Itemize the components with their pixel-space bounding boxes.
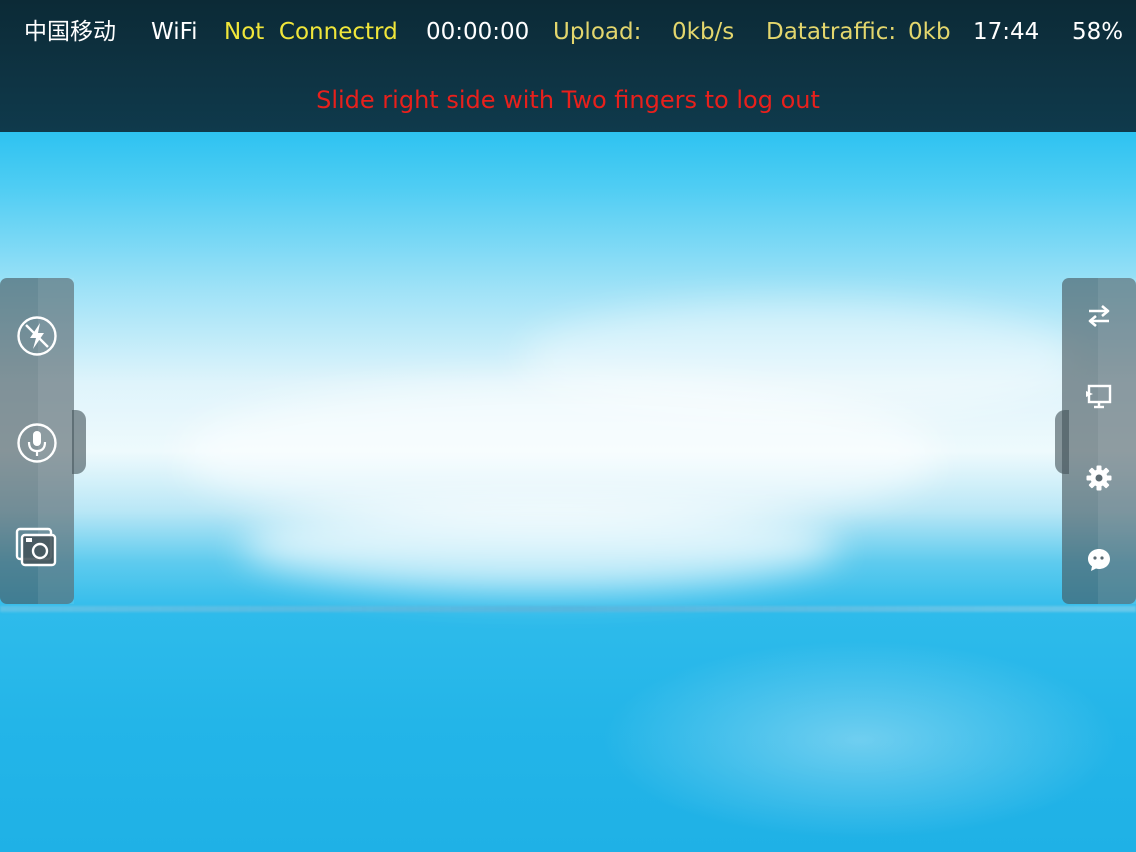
- upload-value: 0kb/s: [672, 19, 735, 45]
- camera-preview-screen[interactable]: 中国移动 WiFi Not Connectrd 00:00:00 Upload:…: [0, 0, 1136, 852]
- settings-button[interactable]: [1080, 460, 1118, 496]
- clock: 17:44: [973, 19, 1040, 45]
- connection-status: Not Connectrd: [224, 19, 398, 45]
- upload-label: Upload:: [553, 19, 642, 45]
- chat-button[interactable]: [1080, 542, 1118, 578]
- logout-hint: Slide right side with Two fingers to log…: [316, 86, 820, 114]
- switch-arrows-icon: [1088, 305, 1110, 327]
- network-type-label: WiFi: [151, 19, 198, 45]
- carrier-label: 中国移动: [24, 19, 116, 45]
- flash-toggle-button[interactable]: [14, 313, 60, 359]
- gear-icon: [1086, 465, 1112, 491]
- photo-camera-icon: [15, 527, 57, 567]
- screen-display-icon: [1086, 384, 1112, 409]
- right-panel-handle[interactable]: [1055, 410, 1069, 474]
- sea-horizon: [0, 606, 1136, 612]
- top-status-bar: 中国移动 WiFi Not Connectrd 00:00:00 Upload:…: [0, 0, 1136, 132]
- switch-camera-button[interactable]: [1080, 298, 1118, 334]
- background-cloud: [520, 300, 1080, 420]
- battery-level: 58%: [1072, 19, 1124, 45]
- sea-glare: [600, 640, 1120, 840]
- left-panel-handle[interactable]: [72, 410, 86, 474]
- datatraffic-label: Datatraffic:: [766, 19, 897, 45]
- session-timer: 00:00:00: [426, 19, 530, 45]
- background-cloud: [240, 500, 840, 590]
- status-row: 中国移动 WiFi Not Connectrd 00:00:00 Upload:…: [0, 14, 1136, 50]
- microphone-button[interactable]: [14, 420, 60, 466]
- flash-off-icon: [17, 316, 57, 356]
- chat-bubble-icon: [1088, 549, 1110, 571]
- datatraffic-value: 0kb: [908, 19, 951, 45]
- capture-photo-button[interactable]: [12, 524, 60, 570]
- microphone-icon: [17, 423, 57, 463]
- screen-mode-button[interactable]: [1080, 378, 1118, 414]
